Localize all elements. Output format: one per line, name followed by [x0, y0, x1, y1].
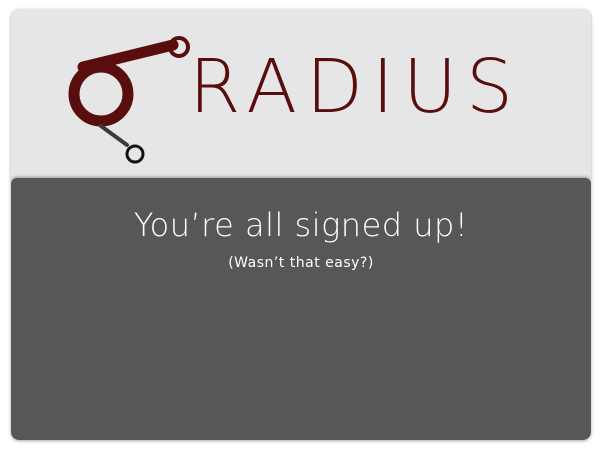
confirmation-subline: (Wasn’t that easy?) — [228, 255, 374, 271]
confirmation-headline: You’re all signed up! — [133, 206, 469, 244]
signup-card: RADIUS You’re all signed up! (Wasn’t tha… — [11, 9, 591, 440]
radius-logo-icon — [68, 36, 190, 164]
confirmation-panel: You’re all signed up! (Wasn’t that easy?… — [11, 178, 591, 440]
brand-wordmark: RADIUS — [189, 44, 522, 130]
brand-header: RADIUS — [11, 9, 591, 177]
